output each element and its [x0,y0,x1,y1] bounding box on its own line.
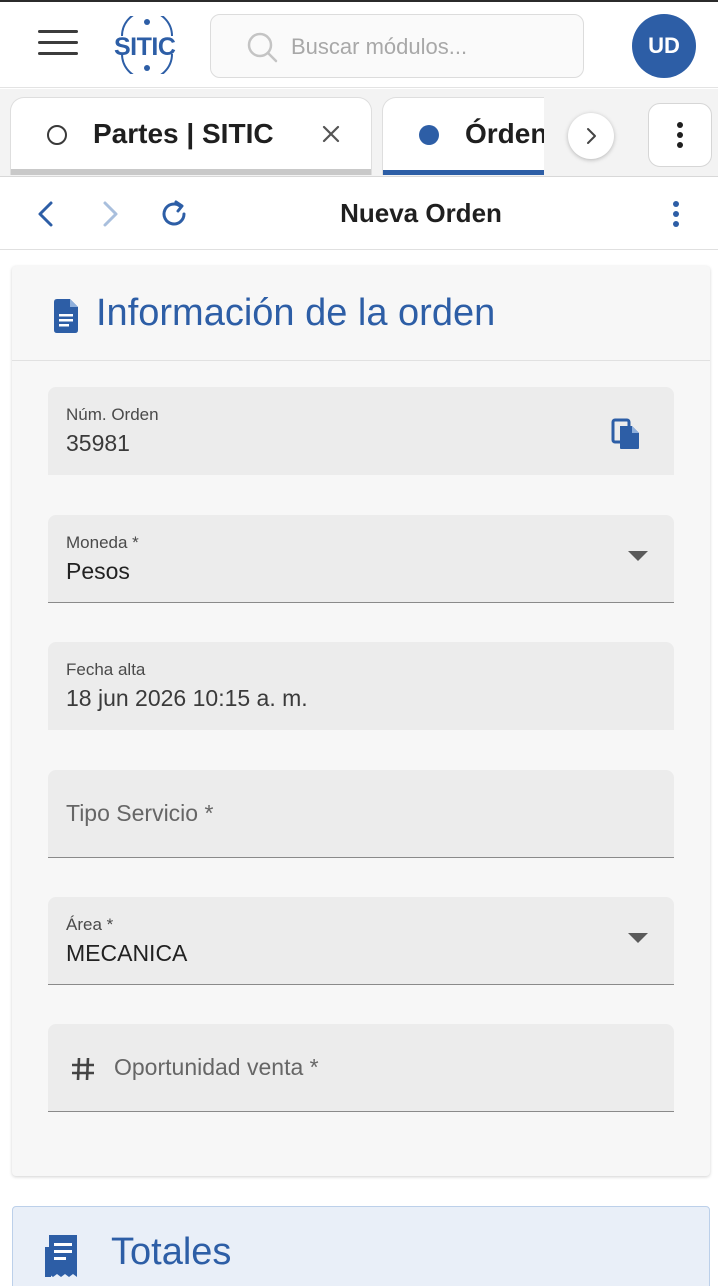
field-label: Núm. Orden [66,405,159,424]
field-value: 18 jun 2026 10:15 a. m. [66,685,308,711]
hash-icon [72,1057,94,1081]
active-tab-indicator [383,170,544,175]
totals-card[interactable]: Totales [12,1206,710,1286]
receipt-icon [45,1235,77,1277]
dropdown-arrow-icon[interactable] [628,551,648,561]
app-logo[interactable]: SITIC [110,16,184,74]
card-header: Información de la orden [12,266,710,361]
circle-outline-icon [47,125,67,145]
search-input[interactable] [291,29,561,65]
field-label: Fecha alta [66,660,146,679]
service-type-field[interactable]: Tipo Servicio * [48,770,674,858]
search-icon [247,32,278,63]
field-value: MECANICA [66,940,188,966]
order-info-card: Información de la orden Núm. Orden 35981… [12,266,710,1176]
logo-text: SITIC [114,33,176,61]
tab-orden[interactable]: Órden [382,97,544,175]
document-icon [54,299,78,333]
main-content: Información de la orden Núm. Orden 35981… [0,251,718,1286]
search-box[interactable] [210,14,584,78]
page-toolbar: Nueva Orden [0,178,718,250]
field-placeholder: Oportunidad venta * [114,1054,319,1080]
tab-underline [11,169,371,175]
tab-label: Órden [465,118,544,149]
tab-scroll-right-button[interactable] [568,113,614,159]
tab-bar: Partes | SITIC Órden [0,89,718,177]
user-avatar[interactable]: UD [632,14,696,78]
tab-partes[interactable]: Partes | SITIC [10,97,372,175]
circle-filled-icon [419,125,439,145]
created-date-field: Fecha alta 18 jun 2026 10:15 a. m. [48,642,674,730]
app-header: SITIC UD [0,2,718,88]
currency-select[interactable]: Moneda * Pesos [48,515,674,603]
area-select[interactable]: Área * MECANICA [48,897,674,985]
sales-opportunity-field[interactable]: Oportunidad venta * [48,1024,674,1112]
chevron-right-icon [587,128,596,144]
card-title: Información de la orden [96,292,496,334]
page-more-button[interactable] [664,196,688,232]
tab-label: Partes | SITIC [93,118,274,149]
close-icon[interactable] [317,120,345,148]
more-vertical-icon [677,118,683,152]
tabs-more-button[interactable] [648,103,712,167]
card-title: Totales [111,1231,232,1273]
field-value: Pesos [66,558,130,584]
field-placeholder: Tipo Servicio * [66,800,214,826]
dropdown-arrow-icon[interactable] [628,933,648,943]
more-vertical-icon [673,197,679,231]
field-label: Área * [66,915,114,934]
field-label: Moneda * [66,533,139,552]
copy-icon[interactable] [610,417,642,451]
order-number-field: Núm. Orden 35981 [48,387,674,475]
hamburger-icon[interactable] [38,30,78,62]
field-value: 35981 [66,430,130,456]
page-title: Nueva Orden [340,198,502,228]
